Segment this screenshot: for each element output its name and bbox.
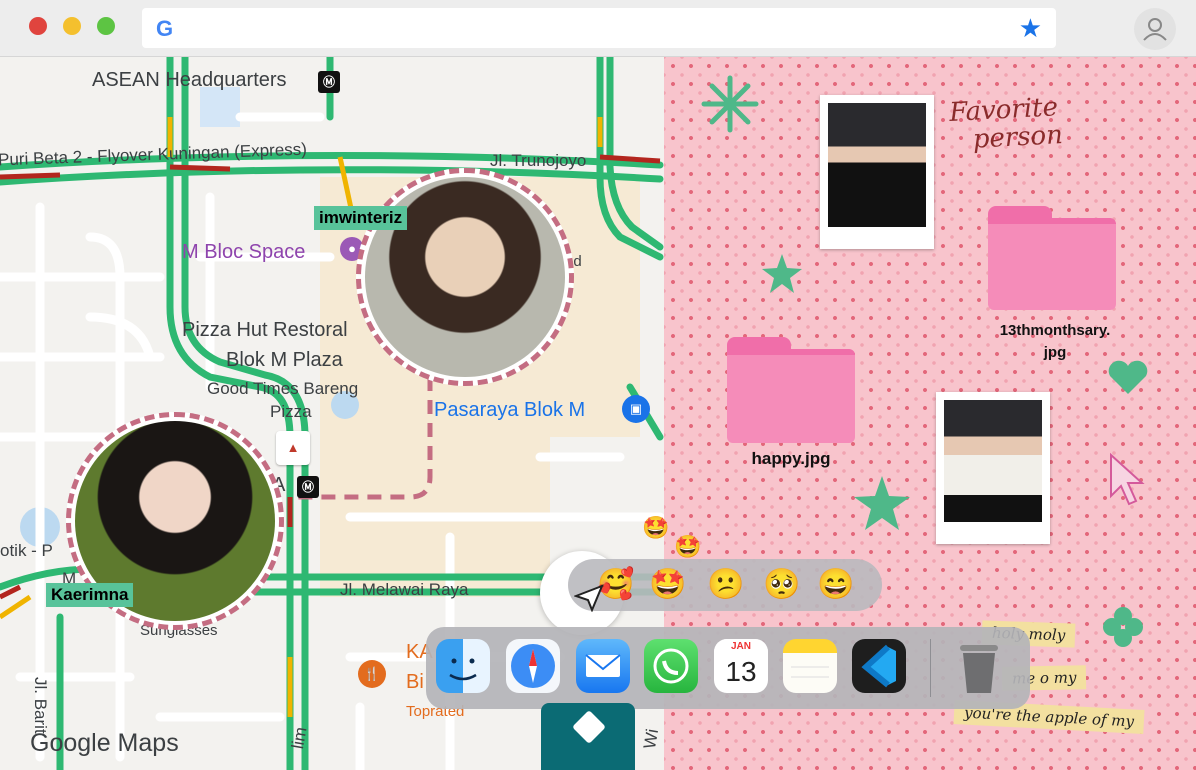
star-deco-icon (762, 254, 802, 293)
pizza-hut-icon[interactable]: ▲ (276, 431, 310, 465)
map-label-asean[interactable]: ASEAN Headquarters (92, 69, 287, 92)
map-label-wi: Wi (640, 727, 663, 751)
emoji-confused[interactable]: 😕 (706, 565, 746, 605)
polaroid-photo-2[interactable] (936, 392, 1050, 544)
star-deco-icon-2 (854, 476, 910, 530)
avatar-imwinteriz[interactable] (356, 168, 574, 386)
favorite-person-note: Favorite person (949, 92, 1064, 155)
cursor-arrow-icon (574, 584, 604, 612)
map-label-melawai: Jl. Melawai Raya (340, 580, 469, 599)
folder-label-happy[interactable]: happy.jpg (700, 449, 882, 469)
map-label-trunojoyo: Jl. Trunojoyo (490, 151, 587, 170)
user-tag-kaerimna[interactable]: Kaerimna (46, 583, 134, 607)
folder-icon[interactable] (988, 206, 1116, 310)
browser-toolbar: G ★ (0, 0, 1196, 57)
notes-icon[interactable] (783, 639, 837, 693)
calendar-day: 13 (725, 656, 757, 687)
whatsapp-icon[interactable] (644, 639, 698, 693)
address-bar[interactable]: G ★ (142, 8, 1056, 48)
folder-icon-2[interactable] (727, 337, 855, 443)
floating-emoji-2: 🤩 (674, 534, 702, 559)
emoji-star-struck[interactable]: 🤩 (648, 565, 688, 605)
calendar-month: JAN (714, 639, 768, 655)
maximize-window-button[interactable] (97, 17, 115, 35)
emoji-pleading[interactable]: 🥺 (762, 565, 802, 605)
folder-label-line-1: 13thmonthsary. (999, 322, 1111, 339)
map-label-lim: lim (288, 725, 311, 751)
emoji-grinning[interactable]: 😄 (816, 565, 856, 605)
emoji-reaction-bar: 🥰 🤩 😕 🥺 😄 (568, 559, 882, 611)
trash-icon[interactable] (956, 641, 1002, 695)
directions-icon (572, 710, 606, 744)
polaroid-photo-1[interactable] (820, 95, 934, 249)
user-tag-imwinteriz[interactable]: imwinteriz (314, 206, 408, 230)
finder-icon[interactable] (436, 639, 490, 693)
star-icon[interactable]: ★ (1019, 13, 1042, 44)
directions-button[interactable] (541, 703, 635, 770)
map-label-pizza: Pizza (270, 402, 312, 421)
map-label-mbloc[interactable]: M Bloc Space (182, 241, 305, 264)
map-label-pizza-hut[interactable]: Pizza Hut Restoral (182, 319, 348, 342)
mail-icon[interactable] (576, 639, 630, 693)
map-label-bi: Bi (406, 671, 424, 693)
map-label-pasaraya[interactable]: Pasaraya Blok M (434, 399, 585, 422)
folder-label-line-2: jpg (1043, 344, 1067, 361)
restaurant-icon[interactable]: 🍴 (358, 660, 386, 688)
google-icon: G (156, 16, 174, 41)
app-dock: JAN 13 (426, 627, 1030, 709)
sparkle-icon (701, 75, 759, 133)
floating-emoji-1: 🤩 (642, 515, 670, 540)
metro-icon[interactable]: Ⓜ (318, 71, 340, 93)
map-label-good-times: Good Times Bareng (207, 379, 359, 398)
safari-icon[interactable] (506, 639, 560, 693)
profile-button[interactable] (1134, 8, 1176, 50)
map-label-blok-m-plaza[interactable]: Blok M Plaza (226, 349, 343, 372)
metro-icon-2[interactable]: Ⓜ (297, 476, 319, 498)
clover-icon (1103, 607, 1143, 647)
folder-label-13thmonthsary[interactable]: 13thmonthsary. jpg (960, 320, 1150, 364)
minimize-window-button[interactable] (63, 17, 81, 35)
photo-thumbnail (828, 103, 926, 227)
close-window-button[interactable] (29, 17, 47, 35)
pixel-cursor-icon (1110, 452, 1145, 506)
google-maps-logo: Google Maps (30, 729, 179, 757)
photo-thumbnail-2 (944, 400, 1042, 522)
dock-separator (930, 639, 931, 697)
calendar-icon[interactable]: JAN 13 (714, 639, 768, 693)
vscode-icon[interactable] (852, 639, 906, 693)
person-icon (1143, 18, 1167, 41)
map-label-jl-barit: Jl. Barit (31, 677, 50, 734)
map-label-otik: otik - P (0, 541, 53, 560)
shopping-bag-icon[interactable]: ▣ (622, 395, 650, 423)
